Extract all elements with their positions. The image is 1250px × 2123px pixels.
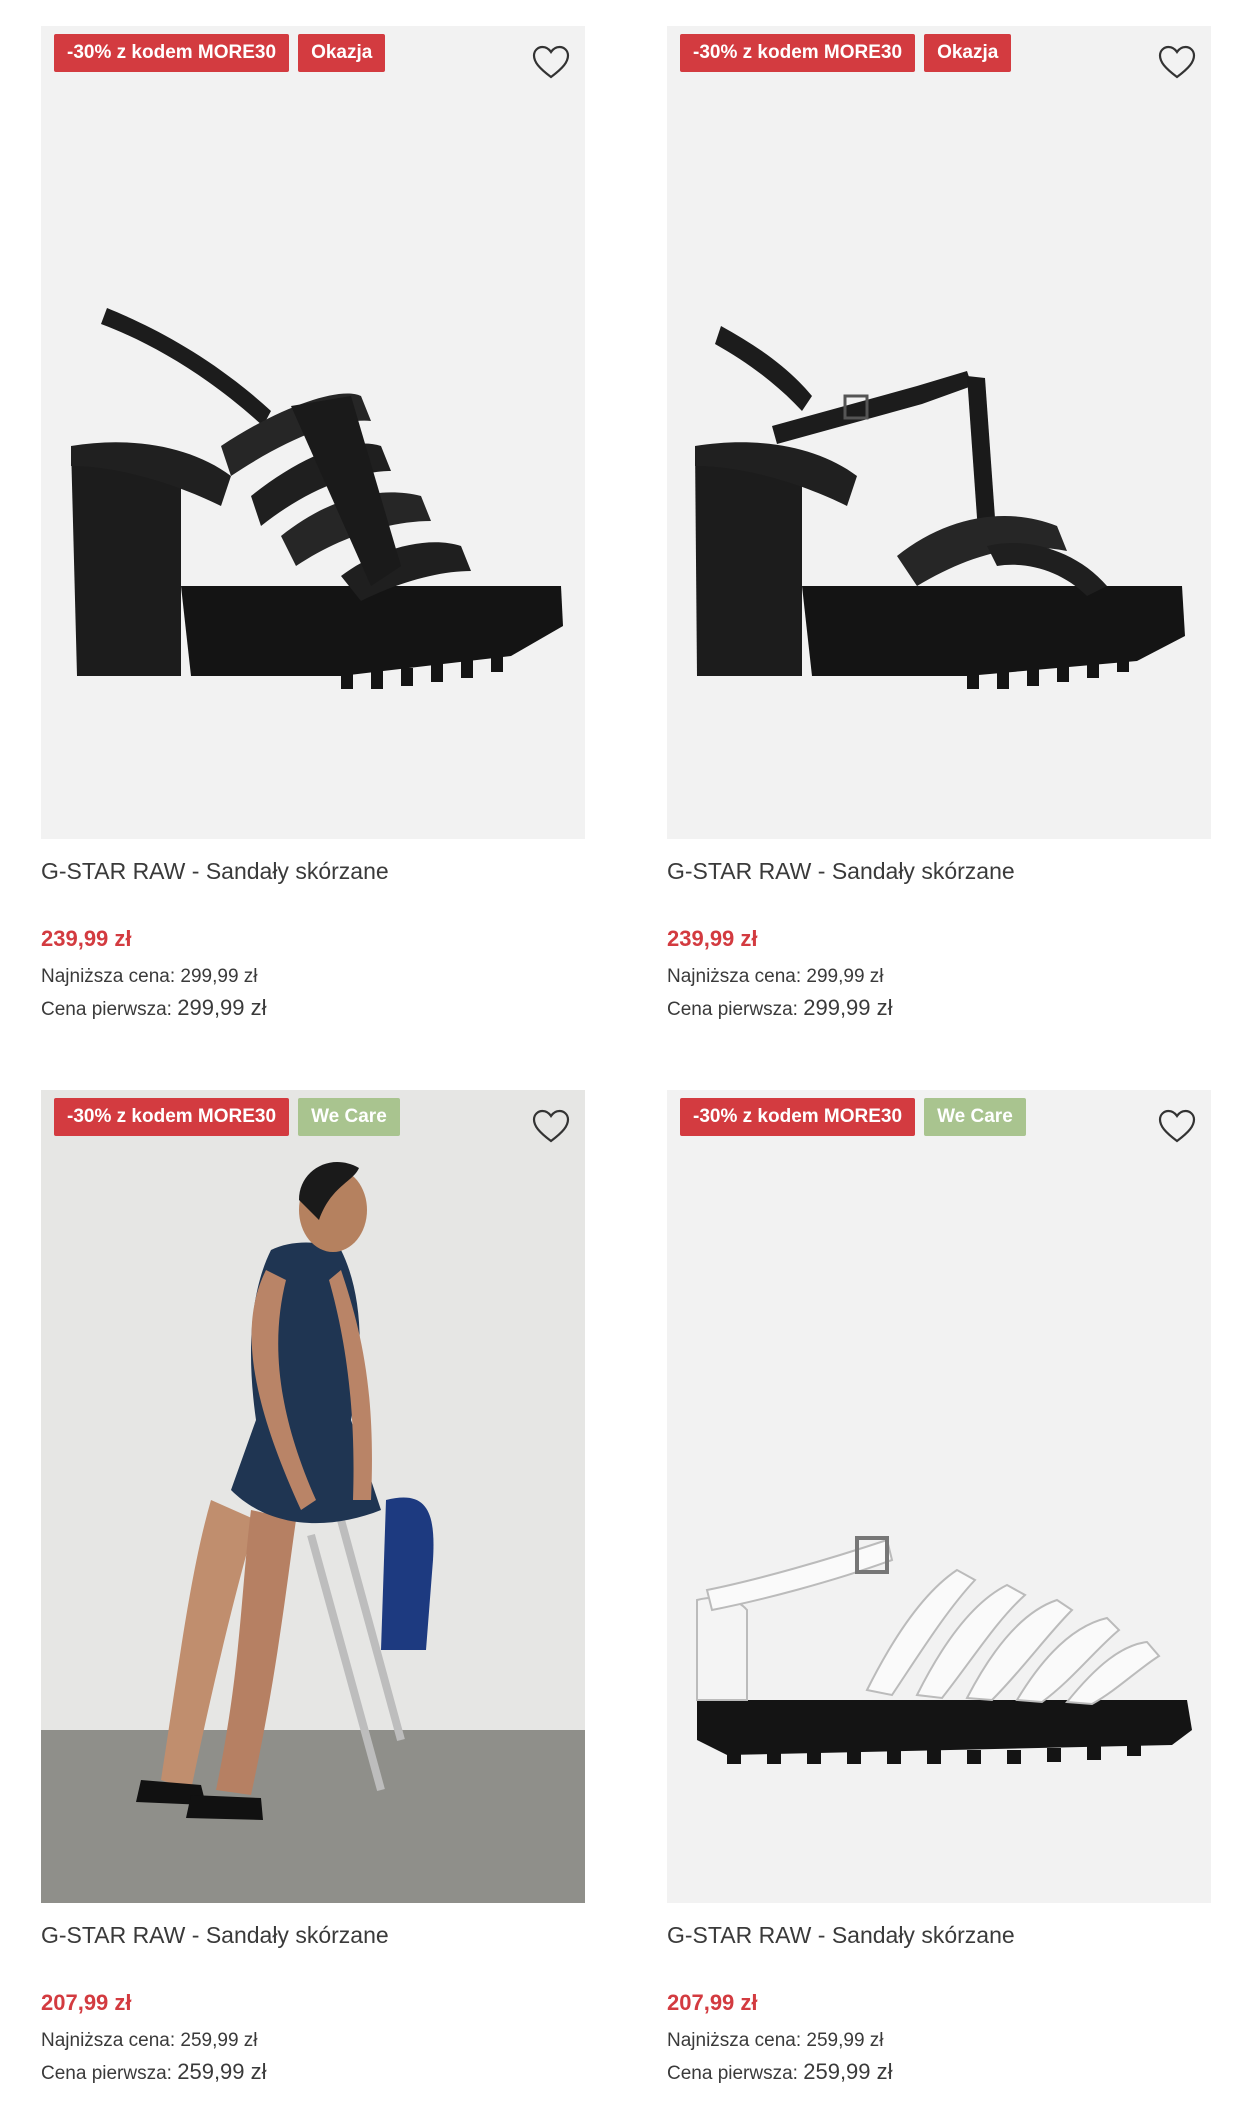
original-price: Cena pierwsza: 299,99 zł	[41, 993, 585, 1025]
lowest-price-value: 299,99 zł	[806, 966, 884, 987]
heart-outline-icon[interactable]	[531, 43, 571, 83]
original-price-value: 259,99 zł	[803, 2059, 893, 2084]
original-price-label: Cena pierwsza:	[667, 999, 798, 1020]
original-price: Cena pierwsza: 259,99 zł	[41, 2057, 585, 2089]
original-price-value: 299,99 zł	[177, 995, 267, 1020]
sale-price: 239,99 zł	[667, 926, 758, 951]
original-price-label: Cena pierwsza:	[667, 2063, 798, 2084]
sale-price: 239,99 zł	[41, 926, 132, 951]
original-price: Cena pierwsza: 259,99 zł	[667, 2057, 1211, 2089]
deal-badge: Okazja	[924, 34, 1012, 72]
sale-price: 207,99 zł	[667, 1990, 758, 2015]
lowest-price: Najniższa cena: 259,99 zł	[41, 2027, 585, 2055]
original-price: Cena pierwsza: 299,99 zł	[667, 993, 1211, 1025]
heart-outline-icon[interactable]	[531, 1107, 571, 1147]
promo-code-badge: -30% z kodem MORE30	[680, 1098, 916, 1136]
badge-group: -30% z kodem MORE30 We Care	[54, 1098, 400, 1136]
badge-group: -30% z kodem MORE30 We Care	[680, 1098, 1026, 1136]
black-t-strap-sandal-image	[667, 26, 1211, 839]
promo-code-badge: -30% z kodem MORE30	[680, 34, 916, 72]
original-price-label: Cena pierwsza:	[41, 999, 172, 1020]
product-image[interactable]: -30% z kodem MORE30 Okazja	[41, 26, 585, 839]
product-name[interactable]: G-STAR RAW - Sandały skórzane	[41, 854, 585, 888]
lowest-price-label: Najniższa cena:	[667, 966, 802, 987]
lowest-price-value: 259,99 zł	[180, 2030, 258, 2051]
lowest-price: Najniższa cena: 259,99 zł	[667, 2027, 1211, 2055]
we-care-badge: We Care	[924, 1098, 1026, 1136]
product-card[interactable]: -30% z kodem MORE30 Okazja G-STAR RAW - …	[41, 26, 585, 1025]
promo-code-badge: -30% z kodem MORE30	[54, 34, 290, 72]
lowest-price-label: Najniższa cena:	[41, 966, 176, 987]
model-photo-image	[41, 1090, 585, 1903]
promo-code-badge: -30% z kodem MORE30	[54, 1098, 290, 1136]
product-image[interactable]: -30% z kodem MORE30 We Care	[667, 1090, 1211, 1903]
lowest-price-label: Najniższa cena:	[667, 2030, 802, 2051]
product-card[interactable]: -30% z kodem MORE30 Okazja G-STAR RAW - …	[667, 26, 1211, 1025]
black-heel-sandal-image	[41, 26, 585, 839]
lowest-price-label: Najniższa cena:	[41, 2030, 176, 2051]
product-name[interactable]: G-STAR RAW - Sandały skórzane	[667, 854, 1211, 888]
product-card[interactable]: -30% z kodem MORE30 We Care G-STAR RAW -…	[667, 1090, 1211, 2089]
heart-outline-icon[interactable]	[1157, 1107, 1197, 1147]
white-sandal-image	[667, 1090, 1211, 1903]
original-price-label: Cena pierwsza:	[41, 2063, 172, 2084]
deal-badge: Okazja	[298, 34, 386, 72]
product-image[interactable]: -30% z kodem MORE30 We Care	[41, 1090, 585, 1903]
lowest-price-value: 299,99 zł	[180, 966, 258, 987]
badge-group: -30% z kodem MORE30 Okazja	[680, 34, 1012, 72]
original-price-value: 299,99 zł	[803, 995, 893, 1020]
lowest-price: Najniższa cena: 299,99 zł	[667, 963, 1211, 991]
sale-price: 207,99 zł	[41, 1990, 132, 2015]
original-price-value: 259,99 zł	[177, 2059, 267, 2084]
lowest-price: Najniższa cena: 299,99 zł	[41, 963, 585, 991]
lowest-price-value: 259,99 zł	[806, 2030, 884, 2051]
heart-outline-icon[interactable]	[1157, 43, 1197, 83]
product-name[interactable]: G-STAR RAW - Sandały skórzane	[41, 1918, 585, 1952]
product-card[interactable]: -30% z kodem MORE30 We Care G-STAR RAW -…	[41, 1090, 585, 2089]
product-image[interactable]: -30% z kodem MORE30 Okazja	[667, 26, 1211, 839]
product-name[interactable]: G-STAR RAW - Sandały skórzane	[667, 1918, 1211, 1952]
badge-group: -30% z kodem MORE30 Okazja	[54, 34, 386, 72]
we-care-badge: We Care	[298, 1098, 400, 1136]
